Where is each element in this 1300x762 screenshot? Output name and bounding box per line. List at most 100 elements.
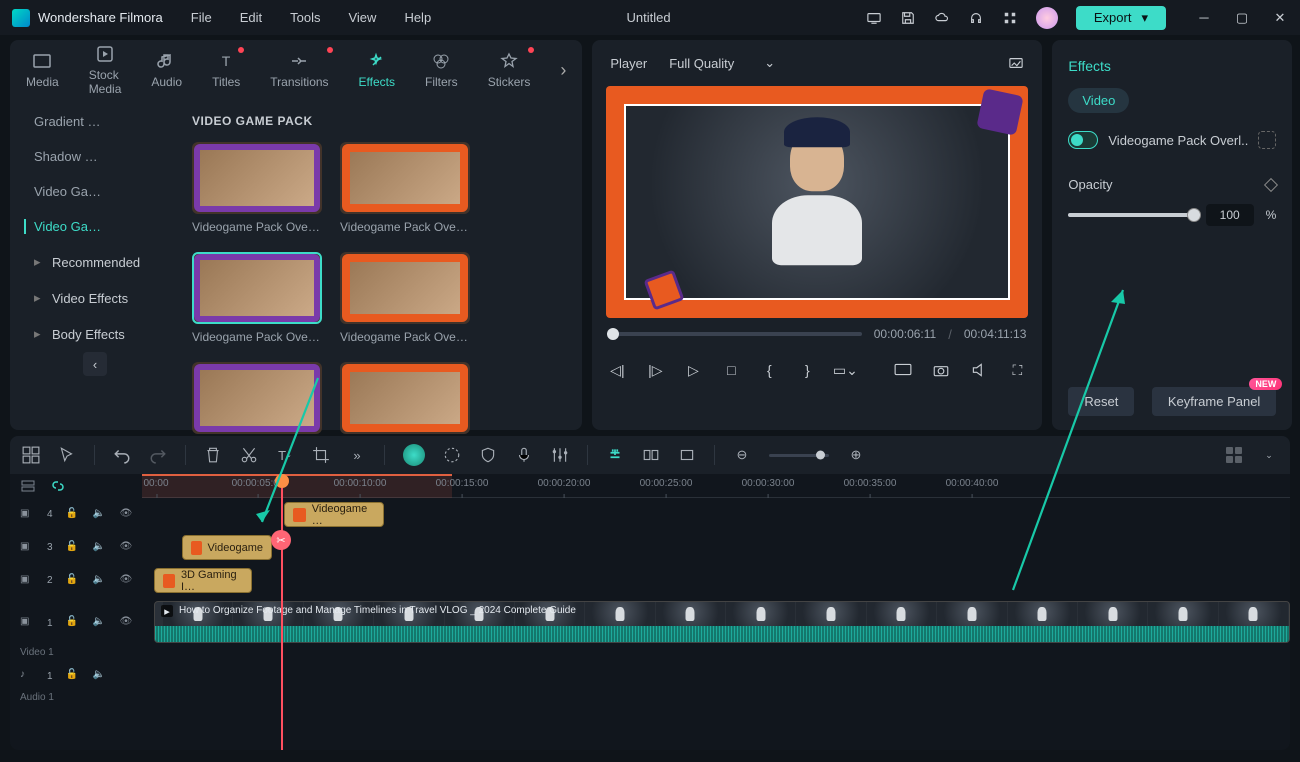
opacity-slider[interactable] bbox=[1068, 213, 1193, 217]
volume-icon[interactable] bbox=[970, 361, 988, 379]
quality-select[interactable]: Full Quality⌄ bbox=[669, 55, 789, 71]
sidebar-group-body-effects[interactable]: ▸Body Effects bbox=[10, 316, 180, 352]
effect-card[interactable] bbox=[340, 362, 470, 434]
visibility-icon[interactable]: 👁 bbox=[120, 574, 134, 588]
tab-stickers[interactable]: Stickers bbox=[482, 47, 537, 93]
keyframe-diamond-icon[interactable] bbox=[1264, 177, 1278, 191]
playhead[interactable] bbox=[281, 474, 283, 750]
lock-icon[interactable]: 🔓 bbox=[66, 574, 80, 588]
effect-card[interactable]: Videogame Pack Overl… bbox=[340, 252, 470, 344]
prev-frame-button[interactable]: ◁| bbox=[608, 361, 626, 379]
layout-icon[interactable] bbox=[22, 446, 40, 464]
sidebar-group-video-effects[interactable]: ▸Video Effects bbox=[10, 280, 180, 316]
apps-icon[interactable] bbox=[1002, 11, 1018, 25]
crop-icon[interactable] bbox=[312, 446, 330, 464]
color-icon[interactable] bbox=[443, 446, 461, 464]
view-dropdown-icon[interactable]: ⌄ bbox=[1260, 446, 1278, 464]
tab-stock-media[interactable]: Stock Media bbox=[83, 40, 128, 100]
cloud-icon[interactable] bbox=[934, 11, 950, 25]
snapshot-icon[interactable] bbox=[1008, 56, 1024, 70]
pointer-icon[interactable] bbox=[58, 446, 76, 464]
lock-icon[interactable]: 🔓 bbox=[66, 541, 80, 555]
close-button[interactable]: ✕ bbox=[1272, 11, 1288, 25]
export-button[interactable]: Export▾ bbox=[1076, 6, 1166, 30]
shield-icon[interactable] bbox=[479, 446, 497, 464]
zoom-out-icon[interactable]: ⊖ bbox=[733, 446, 751, 464]
tab-audio[interactable]: Audio bbox=[145, 47, 188, 93]
clip-fx[interactable]: 3D Gaming I… bbox=[154, 568, 252, 593]
tabs-scroll-right[interactable]: › bbox=[554, 60, 572, 81]
user-avatar-icon[interactable] bbox=[1036, 7, 1058, 29]
maximize-button[interactable]: ▢ bbox=[1234, 11, 1250, 25]
slider-knob[interactable] bbox=[1187, 208, 1201, 222]
sidebar-group-recommended[interactable]: ▸Recommended bbox=[10, 244, 180, 280]
sidebar-item-shadow[interactable]: Shadow … bbox=[10, 139, 180, 174]
mute-icon[interactable]: 🔈 bbox=[93, 669, 107, 683]
effect-card[interactable]: Videogame Pack Overl… bbox=[192, 142, 322, 234]
sidebar-item-videogame-1[interactable]: Video Ga… bbox=[10, 174, 180, 209]
device-icon[interactable] bbox=[866, 11, 882, 25]
mark-out-button[interactable]: } bbox=[798, 361, 816, 379]
text-icon[interactable]: T⌄ bbox=[276, 446, 294, 464]
keyframe-panel-button[interactable]: Keyframe Panel bbox=[1152, 387, 1277, 416]
mark-in-button[interactable]: { bbox=[760, 361, 778, 379]
menu-view[interactable]: View bbox=[348, 10, 376, 25]
camera-icon[interactable] bbox=[932, 361, 950, 379]
mute-icon[interactable]: 🔈 bbox=[93, 616, 107, 630]
zoom-in-icon[interactable]: ⊕ bbox=[847, 446, 865, 464]
link-tracks-icon[interactable] bbox=[50, 478, 66, 494]
tab-transitions[interactable]: Transitions bbox=[264, 47, 334, 93]
effect-card[interactable]: Videogame Pack Overl… bbox=[340, 142, 470, 234]
menu-help[interactable]: Help bbox=[404, 10, 431, 25]
ratio-button[interactable]: ▭⌄ bbox=[836, 361, 854, 379]
tab-titles[interactable]: TTitles bbox=[206, 47, 246, 93]
play-button[interactable]: ▷ bbox=[684, 361, 702, 379]
properties-subtab[interactable]: Video bbox=[1068, 88, 1129, 113]
view-mode-icon[interactable] bbox=[1226, 447, 1242, 463]
delete-icon[interactable] bbox=[204, 446, 222, 464]
visibility-icon[interactable]: 👁 bbox=[120, 616, 134, 630]
display-button[interactable] bbox=[894, 361, 912, 379]
properties-tab[interactable]: Effects bbox=[1068, 40, 1276, 88]
marker-group-icon[interactable] bbox=[642, 446, 660, 464]
minimize-button[interactable]: ─ bbox=[1196, 11, 1212, 25]
effect-card[interactable]: Videogame Pack Overl… bbox=[192, 252, 322, 344]
next-frame-button[interactable]: |▷ bbox=[646, 361, 664, 379]
tab-media[interactable]: Media bbox=[20, 47, 65, 93]
ai-icon[interactable] bbox=[403, 444, 425, 466]
menu-tools[interactable]: Tools bbox=[290, 10, 320, 25]
reset-effect-icon[interactable] bbox=[1258, 131, 1276, 149]
mute-icon[interactable]: 🔈 bbox=[93, 508, 107, 522]
magnet-icon[interactable] bbox=[606, 446, 624, 464]
mic-icon[interactable] bbox=[515, 446, 533, 464]
tab-effects[interactable]: Effects bbox=[353, 47, 401, 93]
more-icon[interactable]: » bbox=[348, 446, 366, 464]
reset-button[interactable]: Reset bbox=[1068, 387, 1134, 416]
headphones-icon[interactable] bbox=[968, 11, 984, 25]
timeline-layout-icon[interactable] bbox=[20, 478, 36, 494]
menu-edit[interactable]: Edit bbox=[240, 10, 262, 25]
mute-icon[interactable]: 🔈 bbox=[93, 574, 107, 588]
mute-icon[interactable]: 🔈 bbox=[93, 541, 107, 555]
stop-button[interactable]: □ bbox=[722, 361, 740, 379]
scrub-knob[interactable] bbox=[607, 328, 619, 340]
timeline-ruler[interactable]: 00:00 00:00:05:00 00:00:10:00 00:00:15:0… bbox=[142, 474, 1290, 498]
clip-fx[interactable]: Videogame … bbox=[284, 502, 384, 527]
cut-marker-icon[interactable]: ✂ bbox=[271, 530, 291, 550]
visibility-icon[interactable]: 👁 bbox=[120, 541, 134, 555]
preview-video[interactable] bbox=[606, 86, 1028, 318]
fullscreen-icon[interactable]: ⛶ bbox=[1008, 361, 1026, 379]
opacity-value[interactable]: 100 bbox=[1206, 204, 1254, 226]
visibility-icon[interactable]: 👁 bbox=[120, 508, 134, 522]
undo-icon[interactable] bbox=[113, 446, 131, 464]
mixer-icon[interactable] bbox=[551, 446, 569, 464]
clip-video[interactable]: ▸ How to Organize Footage and Manage Tim… bbox=[154, 601, 1290, 643]
sidebar-collapse-button[interactable]: ‹ bbox=[83, 352, 107, 376]
menu-file[interactable]: File bbox=[191, 10, 212, 25]
clip-fx[interactable]: Videogame bbox=[182, 535, 272, 560]
zoom-knob[interactable] bbox=[816, 451, 825, 460]
lock-icon[interactable]: 🔓 bbox=[66, 508, 80, 522]
marker-icon[interactable] bbox=[678, 446, 696, 464]
tab-filters[interactable]: Filters bbox=[419, 47, 464, 93]
lock-icon[interactable]: 🔓 bbox=[66, 616, 80, 630]
